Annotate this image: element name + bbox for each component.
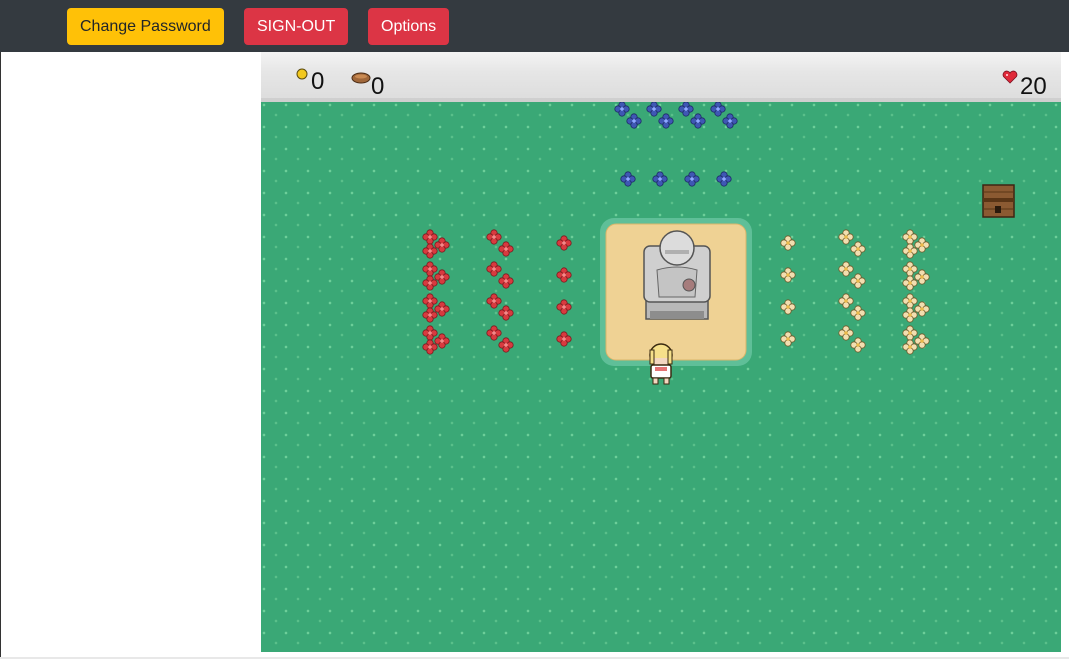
health-count: 20 bbox=[1020, 73, 1047, 100]
hud-bar: 0 0 20 bbox=[261, 52, 1061, 104]
cream-flower-bed bbox=[780, 229, 930, 355]
change-password-button[interactable]: Change Password bbox=[67, 8, 224, 45]
coin-icon bbox=[296, 68, 308, 80]
page-left-border bbox=[0, 52, 1, 659]
blue-flower-bed bbox=[614, 102, 738, 187]
player-character bbox=[649, 343, 673, 385]
red-flower-bed bbox=[422, 229, 572, 355]
bread-icon bbox=[351, 72, 371, 84]
wooden-chest[interactable] bbox=[982, 184, 1015, 218]
options-button[interactable]: Options bbox=[368, 8, 450, 45]
grass-field bbox=[261, 102, 1061, 652]
game-canvas[interactable]: 0 0 20 bbox=[261, 52, 1061, 652]
coin-count: 0 bbox=[311, 68, 325, 95]
food-count: 0 bbox=[371, 73, 385, 100]
heart-icon bbox=[1002, 70, 1018, 84]
scene-layer bbox=[422, 102, 1015, 385]
top-navbar: Change Password SIGN-OUT Options bbox=[0, 0, 1069, 52]
sign-out-button[interactable]: SIGN-OUT bbox=[244, 8, 349, 45]
